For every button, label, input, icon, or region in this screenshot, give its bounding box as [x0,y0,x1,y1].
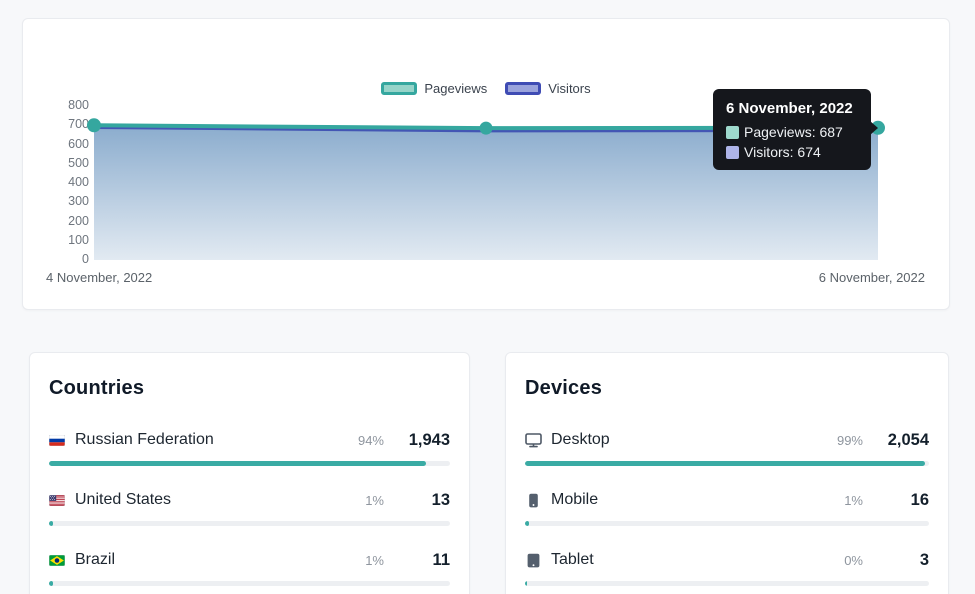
us-flag-icon [49,495,75,506]
country-row-united-states[interactable]: United States 1% 13 [49,487,450,526]
chart-tooltip: 6 November, 2022 Pageviews: 687 Visitors… [713,89,871,170]
devices-title: Devices [525,377,929,400]
country-label: United States [75,491,171,509]
tooltip-value: Visitors: 674 [744,144,821,160]
country-percent: 94% [358,433,384,448]
device-row-tablet[interactable]: Tablet 0% 3 [525,547,929,586]
y-axis-tick: 600 [23,135,89,154]
data-point[interactable] [87,118,101,132]
x-axis-label-start: 4 November, 2022 [46,270,152,285]
x-axis-label-end: 6 November, 2022 [819,270,925,285]
y-axis: 800 700 600 500 400 300 200 100 0 [23,96,89,269]
traffic-chart-card: Pageviews Visitors 800 700 600 500 400 3… [22,18,950,310]
pageviews-swatch-icon [381,82,417,95]
ru-flag-icon [49,435,75,446]
device-label: Mobile [551,491,598,509]
progress-bar [525,461,929,466]
country-percent: 1% [365,493,384,508]
progress-bar [525,521,929,526]
y-axis-tick: 400 [23,173,89,192]
visitors-swatch-icon [505,82,541,95]
y-axis-tick: 800 [23,96,89,115]
device-label: Desktop [551,431,610,449]
desktop-icon [525,433,551,448]
device-value: 3 [873,551,929,570]
progress-bar [49,581,450,586]
pageviews-swatch-icon [726,126,739,139]
country-value: 13 [394,491,450,510]
y-axis-tick: 700 [23,115,89,134]
legend-label: Visitors [548,81,590,96]
y-axis-tick: 200 [23,212,89,231]
devices-card: Devices Desktop 99% 2,054 [505,352,949,594]
country-label: Russian Federation [75,431,214,449]
device-percent: 0% [844,553,863,568]
data-point[interactable] [480,122,493,135]
legend-item-visitors[interactable]: Visitors [505,81,590,96]
device-value: 16 [873,491,929,510]
mobile-icon [525,493,551,508]
tooltip-row-visitors: Visitors: 674 [726,144,858,160]
progress-bar [49,461,450,466]
progress-bar [525,581,929,586]
countries-title: Countries [49,377,450,400]
visitors-swatch-icon [726,146,739,159]
country-label: Brazil [75,551,115,569]
y-axis-tick: 500 [23,154,89,173]
br-flag-icon [49,555,75,566]
device-row-desktop[interactable]: Desktop 99% 2,054 [525,427,929,466]
countries-card: Countries [29,352,470,594]
legend-label: Pageviews [424,81,487,96]
progress-bar [49,521,450,526]
country-row-russian-federation[interactable]: Russian Federation 94% 1,943 [49,427,450,466]
y-axis-tick: 300 [23,192,89,211]
device-row-mobile[interactable]: Mobile 1% 16 [525,487,929,526]
tooltip-value: Pageviews: 687 [744,124,843,140]
legend-item-pageviews[interactable]: Pageviews [381,81,487,96]
country-percent: 1% [365,553,384,568]
device-percent: 99% [837,433,863,448]
y-axis-tick: 100 [23,231,89,250]
country-value: 11 [394,551,450,570]
device-percent: 1% [844,493,863,508]
device-label: Tablet [551,551,594,569]
tooltip-row-pageviews: Pageviews: 687 [726,124,858,140]
tooltip-caret [870,121,878,135]
tooltip-date: 6 November, 2022 [726,100,858,117]
country-row-brazil[interactable]: Brazil 1% 11 [49,547,450,586]
analytics-dashboard: Pageviews Visitors 800 700 600 500 400 3… [0,0,975,594]
device-value: 2,054 [873,431,929,450]
tablet-icon [525,553,551,568]
country-value: 1,943 [394,431,450,450]
y-axis-tick: 0 [23,250,89,269]
